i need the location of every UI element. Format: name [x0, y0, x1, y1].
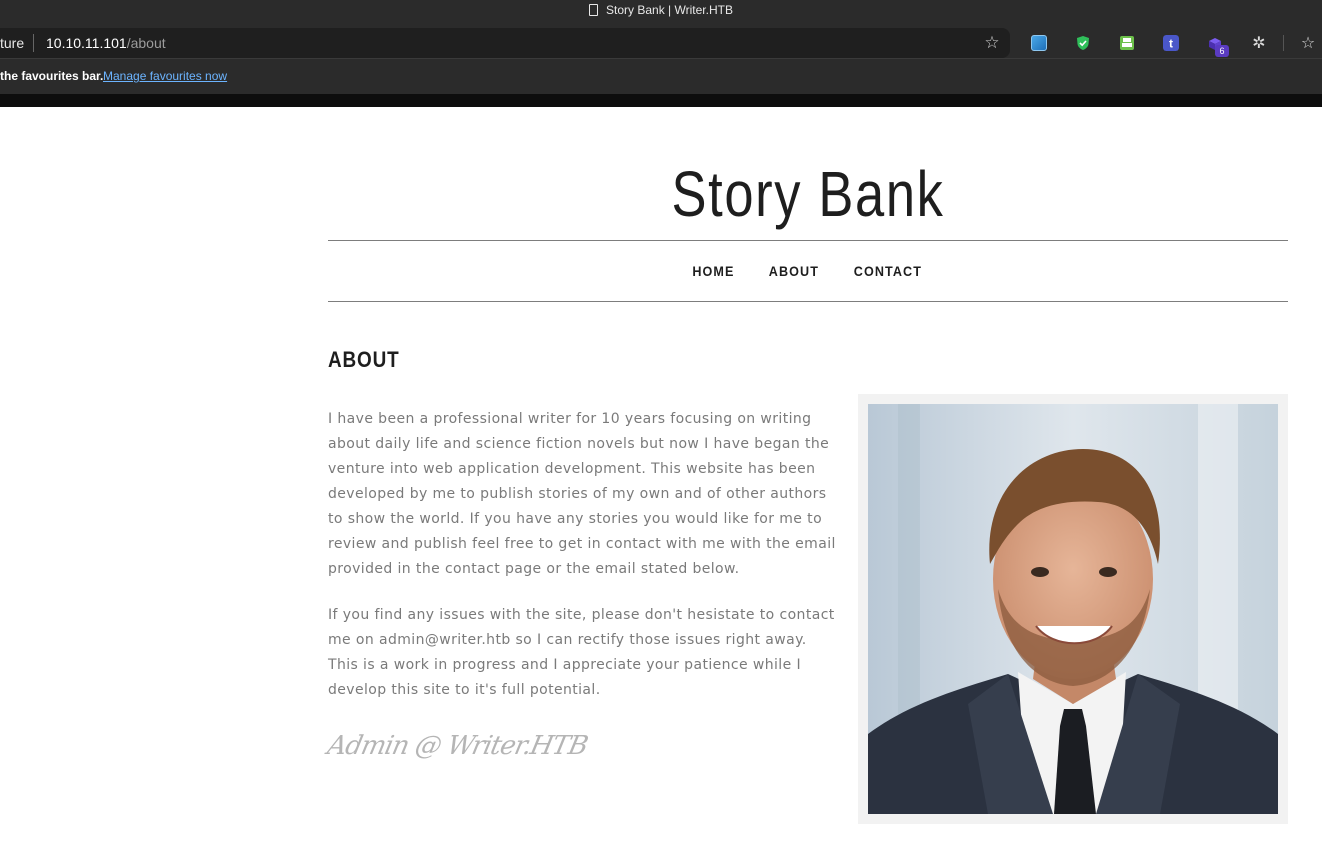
browser-title-bar: Story Bank | Writer.HTB: [0, 0, 1322, 28]
main-nav: HOME ABOUT CONTACT: [328, 263, 1288, 279]
tab-title: Story Bank | Writer.HTB: [606, 3, 733, 17]
address-prefix: ture: [0, 35, 25, 51]
favourites-bar-message: the favourites bar.: [0, 69, 104, 83]
signature: Admin @ Writer.HTB: [324, 731, 590, 761]
nav-home-link[interactable]: HOME: [692, 263, 734, 279]
site-title[interactable]: Story Bank: [414, 159, 1201, 229]
header-divider: [328, 240, 1288, 241]
favourites-bar: the favourites bar. Manage favourites no…: [0, 58, 1322, 94]
url-path: /about: [126, 35, 166, 51]
tab-title-area: Story Bank | Writer.HTB: [0, 0, 1322, 20]
extension-badge: 6: [1215, 45, 1229, 57]
section-heading: ABOUT: [328, 347, 400, 372]
browser-toolbar: ture 10.10.11.101/about ☆ t ✲ ☆: [0, 28, 1322, 58]
photo-frame: [858, 394, 1288, 824]
favourites-list-icon[interactable]: ☆: [1298, 33, 1318, 53]
printer-extension-icon[interactable]: [1119, 35, 1135, 51]
nav-about-link[interactable]: ABOUT: [768, 263, 818, 279]
svg-text:t: t: [1169, 37, 1173, 51]
nav-contact-link[interactable]: CONTACT: [854, 263, 922, 279]
extension-screen-icon[interactable]: [1031, 35, 1047, 51]
favourite-add-icon[interactable]: ☆: [982, 33, 1002, 53]
page-top-strip: [0, 94, 1322, 107]
address-bar[interactable]: ture 10.10.11.101/about ☆: [0, 28, 1010, 58]
about-paragraph-2: If you find any issues with the site, pl…: [328, 607, 835, 698]
t-extension-icon[interactable]: t: [1163, 35, 1179, 51]
portrait-photo: [868, 404, 1278, 814]
page-icon: [589, 4, 599, 16]
shield-extension-icon[interactable]: [1075, 35, 1091, 51]
toolbar-separator: [1283, 35, 1284, 51]
url-host: 10.10.11.101: [46, 35, 127, 51]
about-paragraph-1: I have been a professional writer for 10…: [328, 411, 836, 577]
manage-favourites-link[interactable]: Manage favourites now: [103, 69, 227, 83]
address-url[interactable]: 10.10.11.101/about: [46, 35, 166, 51]
address-separator: [33, 34, 34, 52]
puzzle-extensions-icon[interactable]: ✲: [1249, 33, 1269, 53]
nav-divider: [328, 301, 1288, 302]
